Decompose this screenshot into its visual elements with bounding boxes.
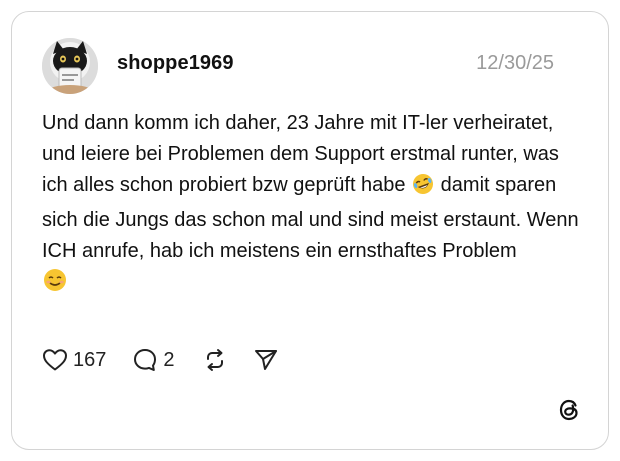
avatar[interactable] [42,38,98,94]
post-date[interactable]: 12/30/25 [476,52,554,75]
repost-icon [203,348,227,372]
threads-logo-icon[interactable] [556,397,582,423]
reply-count: 2 [163,348,175,371]
repost-button[interactable] [203,348,227,372]
heart-icon [42,348,68,372]
like-button[interactable]: 167 [42,348,106,372]
smiling-face-emoji-icon [43,268,67,302]
post-card: shoppe1969 12/30/25 Und dann komm ich da… [11,11,609,450]
reply-button[interactable]: 2 [132,347,175,373]
speech-bubble-icon [132,347,158,373]
like-count: 167 [73,348,107,371]
share-button[interactable] [253,348,279,372]
post-text: Und dann komm ich daher, 23 Jahre mit IT… [42,108,587,298]
send-icon [253,348,279,372]
rolling-on-floor-laughing-emoji-icon [412,173,434,205]
post-actions: 167 2 [42,345,279,375]
username[interactable]: shoppe1969 [117,52,234,75]
